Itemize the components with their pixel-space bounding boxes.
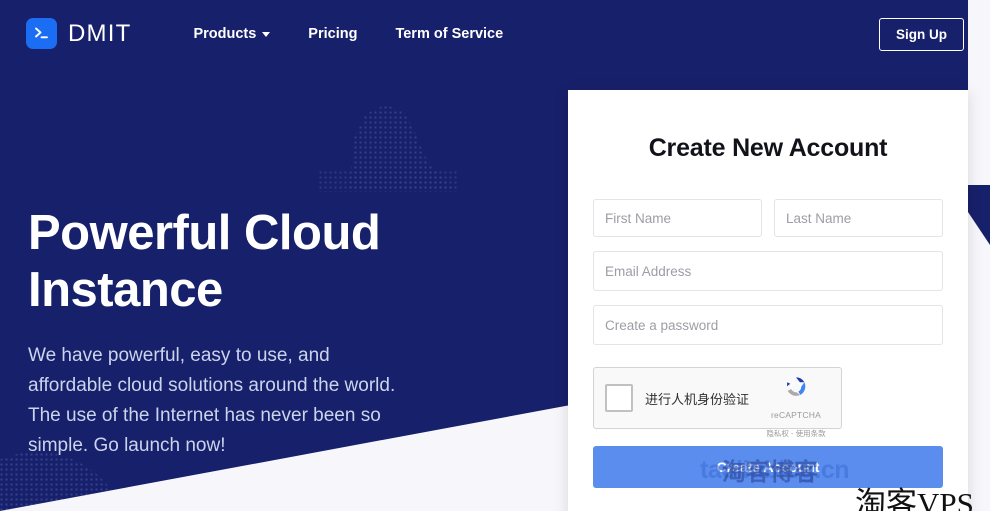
recaptcha-checkbox[interactable]	[605, 384, 633, 412]
recaptcha-brand-text: reCAPTCHA	[771, 410, 821, 420]
right-edge-band	[968, 0, 990, 511]
recaptcha-label: 进行人机身份验证	[645, 389, 749, 408]
password-field[interactable]	[593, 305, 943, 345]
hero-title-line-1: Powerful Cloud	[28, 206, 380, 260]
recaptcha-icon	[759, 374, 833, 405]
brand-logo[interactable]: DMIT	[26, 18, 131, 49]
email-field-row	[593, 251, 943, 291]
recaptcha-branding: reCAPTCHA 隐私权 - 使用条款	[759, 374, 833, 441]
nav-item-products[interactable]: Products	[193, 26, 270, 42]
page-title: Powerful Cloud Instance	[28, 205, 448, 319]
main-nav: Products Pricing Term of Service	[193, 26, 503, 42]
signup-button[interactable]: Sign Up	[879, 18, 964, 51]
terminal-prompt-icon	[26, 18, 57, 49]
form-title: Create New Account	[593, 90, 943, 163]
hero-section: Powerful Cloud Instance We have powerful…	[28, 205, 448, 461]
signup-card: Create New Account 进行人机身份验证	[568, 90, 968, 511]
chevron-down-icon	[262, 32, 270, 37]
create-account-button[interactable]: Create Account	[593, 446, 943, 488]
nav-item-term-of-service-label: Term of Service	[395, 26, 503, 42]
recaptcha-terms-text[interactable]: 隐私权 - 使用条款	[766, 429, 825, 438]
dotted-hill-base-decoration	[318, 170, 458, 192]
hero-subtitle: We have powerful, easy to use, and affor…	[28, 341, 408, 461]
recaptcha-widget[interactable]: 进行人机身份验证 reCAPTCHA 隐私权 - 使用条款	[593, 367, 842, 429]
page-root: DMIT Products Pricing Term of Service Si…	[0, 0, 990, 511]
email-field[interactable]	[593, 251, 943, 291]
site-header: DMIT Products Pricing Term of Service Si…	[0, 0, 990, 67]
brand-name: DMIT	[68, 20, 131, 48]
nav-item-products-label: Products	[193, 26, 256, 42]
name-field-row	[593, 199, 943, 237]
nav-item-pricing-label: Pricing	[308, 26, 357, 42]
nav-item-term-of-service[interactable]: Term of Service	[395, 26, 503, 42]
last-name-input[interactable]	[774, 199, 943, 237]
password-field-row	[593, 305, 943, 345]
nav-item-pricing[interactable]: Pricing	[308, 26, 357, 42]
hero-title-line-2: Instance	[28, 263, 223, 317]
first-name-input[interactable]	[593, 199, 762, 237]
